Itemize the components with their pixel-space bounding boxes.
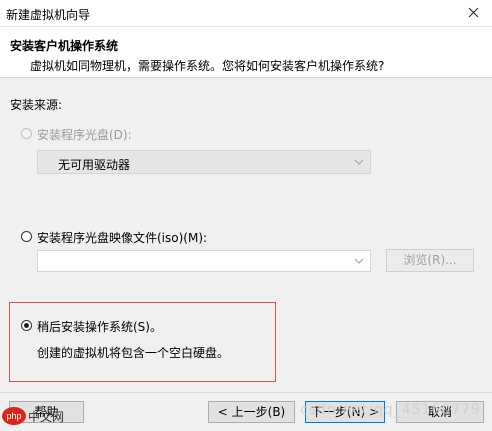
close-icon [468,7,479,18]
window-title: 新建虚拟机向导 [6,8,91,22]
iso-radio[interactable] [21,231,32,242]
disc-drive-value: 无可用驱动器 [58,158,131,172]
selection-highlight-box [9,302,276,382]
browse-button[interactable]: 浏览(R)... [386,249,474,272]
chevron-down-icon [354,159,364,165]
wizard-header: 安装客户机操作系统 虚拟机如同物理机，需要操作系统。您将如何安装客户机操作系统? [0,27,492,78]
install-source-label: 安装来源: [10,98,63,112]
logo-site-text: 中文网 [28,410,65,424]
chevron-down-icon [354,258,364,264]
install-later-label: 稍后安装操作系统(S)。 [37,320,162,334]
disc-option-label: 安装程序光盘(D): [37,128,132,142]
install-later-radio[interactable] [21,320,32,331]
back-button[interactable]: < 上一步(B) [208,401,295,423]
iso-option-label: 安装程序光盘映像文件(iso)(M): [37,231,208,245]
php-logo-watermark: php 中文网 [0,402,64,428]
disc-radio[interactable] [21,128,32,139]
csdn-watermark-text: csdn.net/qq_45160779 [300,402,481,418]
logo-text: php [6,411,21,421]
page-title: 安装客户机操作系统 [10,39,119,53]
disc-drive-select[interactable]: 无可用驱动器 [37,150,371,174]
install-later-description: 创建的虚拟机将包含一个空白硬盘。 [37,346,230,360]
footer-divider [0,392,492,393]
title-bar: 新建虚拟机向导 [0,0,492,27]
iso-path-combobox[interactable] [37,250,371,272]
close-button[interactable] [456,0,492,26]
page-subtitle: 虚拟机如同物理机，需要操作系统。您将如何安装客户机操作系统? [30,59,385,73]
